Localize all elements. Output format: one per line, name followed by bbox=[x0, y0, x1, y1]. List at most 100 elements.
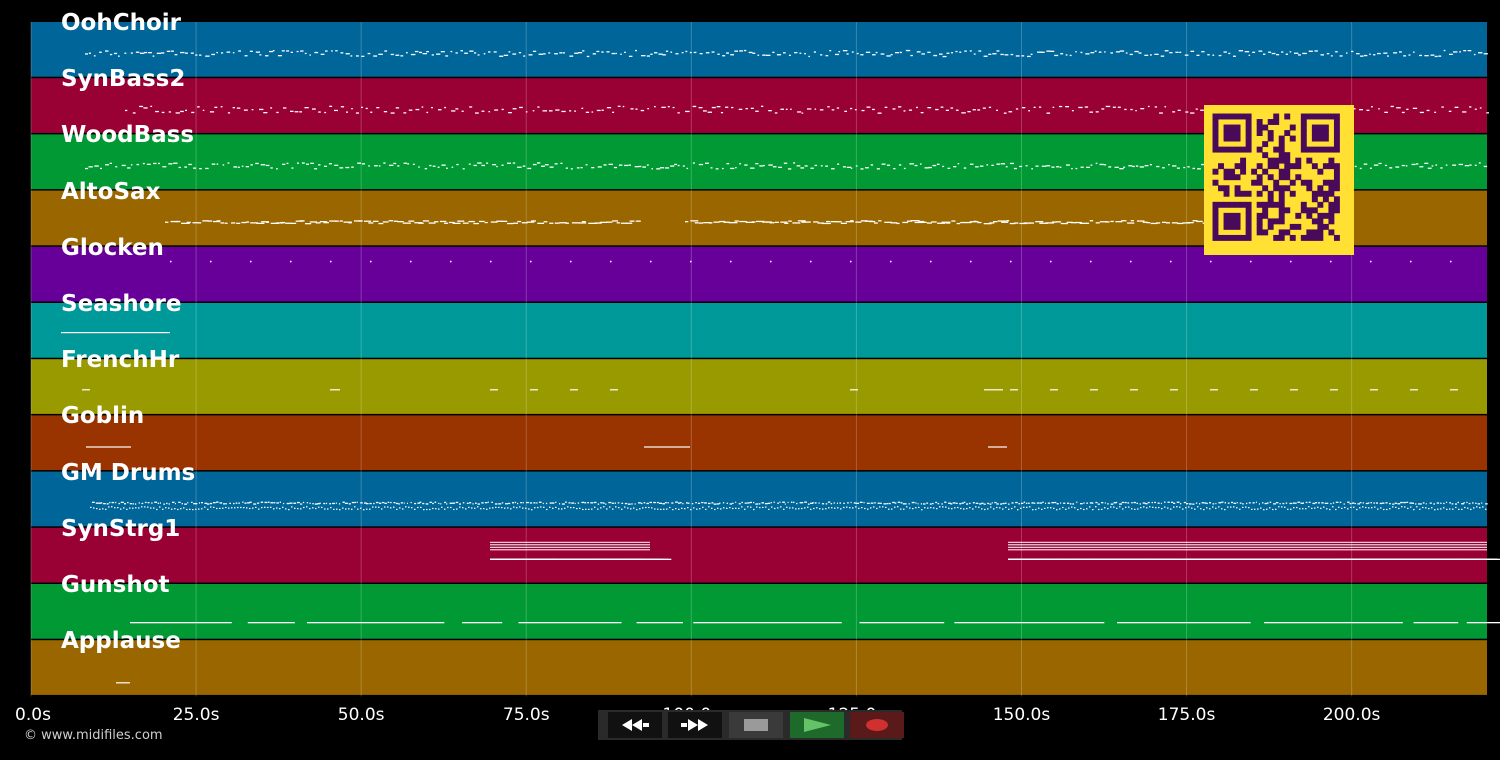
note-mark bbox=[917, 503, 919, 505]
note-mark bbox=[1429, 502, 1432, 504]
note-mark bbox=[1343, 503, 1345, 505]
note-mark bbox=[719, 502, 721, 504]
note-mark bbox=[302, 501, 305, 504]
note-mark bbox=[1405, 165, 1408, 167]
note-mark bbox=[270, 107, 273, 109]
note-mark bbox=[150, 507, 152, 509]
note-mark bbox=[978, 50, 982, 52]
note-mark bbox=[1097, 503, 1100, 505]
note-mark bbox=[361, 106, 363, 108]
note-mark bbox=[635, 49, 637, 52]
note-mark bbox=[1116, 507, 1118, 509]
note-mark bbox=[1373, 54, 1376, 56]
note-mark bbox=[1089, 111, 1093, 113]
note-mark bbox=[185, 109, 187, 111]
note-mark bbox=[635, 108, 638, 110]
note-mark bbox=[1239, 508, 1241, 510]
note-mark bbox=[569, 110, 572, 112]
note-mark bbox=[1347, 501, 1350, 503]
note-mark bbox=[801, 112, 804, 114]
note-mark bbox=[393, 220, 398, 222]
note-mark bbox=[908, 503, 910, 505]
note-mark bbox=[304, 52, 307, 55]
note-mark bbox=[246, 507, 248, 509]
note-mark bbox=[1008, 111, 1013, 113]
note-mark bbox=[1290, 389, 1298, 391]
note-mark bbox=[330, 260, 332, 263]
note-mark bbox=[114, 507, 116, 509]
note-mark bbox=[834, 507, 836, 509]
note-mark bbox=[1359, 502, 1362, 504]
note-mark bbox=[1190, 112, 1195, 114]
note-mark bbox=[1047, 507, 1049, 509]
note-mark bbox=[1021, 55, 1025, 57]
note-mark bbox=[1454, 106, 1459, 108]
fast-forward-button[interactable] bbox=[668, 712, 722, 738]
note-mark bbox=[422, 53, 427, 55]
rewind-button[interactable] bbox=[608, 712, 662, 738]
stop-button[interactable] bbox=[729, 712, 783, 738]
note-mark bbox=[596, 50, 600, 53]
note-mark bbox=[402, 508, 404, 510]
note-mark bbox=[606, 51, 610, 53]
note-mark bbox=[1431, 165, 1434, 167]
note-mark bbox=[638, 165, 642, 168]
note-mark bbox=[645, 506, 647, 509]
note-mark bbox=[678, 502, 681, 504]
note-mark bbox=[1209, 502, 1211, 504]
note-mark bbox=[96, 508, 98, 510]
note-mark bbox=[170, 260, 172, 263]
note-mark bbox=[155, 110, 159, 113]
note-mark bbox=[831, 168, 835, 170]
note-mark bbox=[563, 52, 565, 54]
note-mark bbox=[651, 507, 653, 509]
note-mark bbox=[608, 163, 613, 165]
note-mark bbox=[1090, 389, 1098, 391]
note-mark bbox=[290, 110, 294, 112]
note-mark bbox=[1086, 502, 1088, 504]
note-mark bbox=[702, 506, 704, 508]
note-mark bbox=[233, 502, 235, 505]
note-mark bbox=[300, 503, 303, 505]
note-mark bbox=[981, 502, 984, 504]
note-mark bbox=[961, 502, 964, 504]
note-mark bbox=[455, 501, 459, 504]
note-mark bbox=[216, 220, 221, 222]
note-mark bbox=[519, 506, 521, 508]
note-mark bbox=[1419, 166, 1424, 168]
note-mark bbox=[1307, 558, 1324, 560]
note-mark bbox=[1231, 501, 1233, 504]
note-mark bbox=[156, 508, 158, 511]
note-mark bbox=[552, 507, 554, 509]
note-mark bbox=[1350, 506, 1352, 508]
note-mark bbox=[942, 55, 947, 58]
note-mark bbox=[894, 506, 896, 508]
note-mark bbox=[130, 164, 133, 166]
note-mark bbox=[1275, 502, 1279, 504]
note-mark bbox=[1227, 502, 1230, 504]
note-mark bbox=[1144, 165, 1149, 167]
note-mark bbox=[969, 50, 972, 52]
note-mark bbox=[977, 109, 981, 111]
note-mark bbox=[599, 221, 608, 223]
note-mark bbox=[1430, 54, 1435, 56]
record-button[interactable] bbox=[850, 712, 904, 738]
note-mark bbox=[370, 111, 373, 113]
note-mark bbox=[422, 220, 430, 222]
note-mark bbox=[147, 506, 149, 508]
play-button[interactable] bbox=[790, 712, 844, 738]
note-mark bbox=[126, 508, 128, 510]
note-mark bbox=[411, 507, 413, 509]
note-mark bbox=[1051, 166, 1055, 168]
note-mark bbox=[610, 260, 612, 263]
note-mark bbox=[945, 109, 949, 111]
note-mark bbox=[1258, 50, 1263, 52]
note-mark bbox=[244, 55, 248, 57]
note-mark bbox=[282, 506, 284, 508]
note-mark bbox=[445, 55, 449, 57]
note-mark bbox=[420, 506, 422, 508]
note-mark bbox=[1400, 501, 1403, 504]
note-mark bbox=[711, 51, 715, 53]
note-mark bbox=[750, 506, 752, 508]
note-mark bbox=[789, 507, 791, 509]
